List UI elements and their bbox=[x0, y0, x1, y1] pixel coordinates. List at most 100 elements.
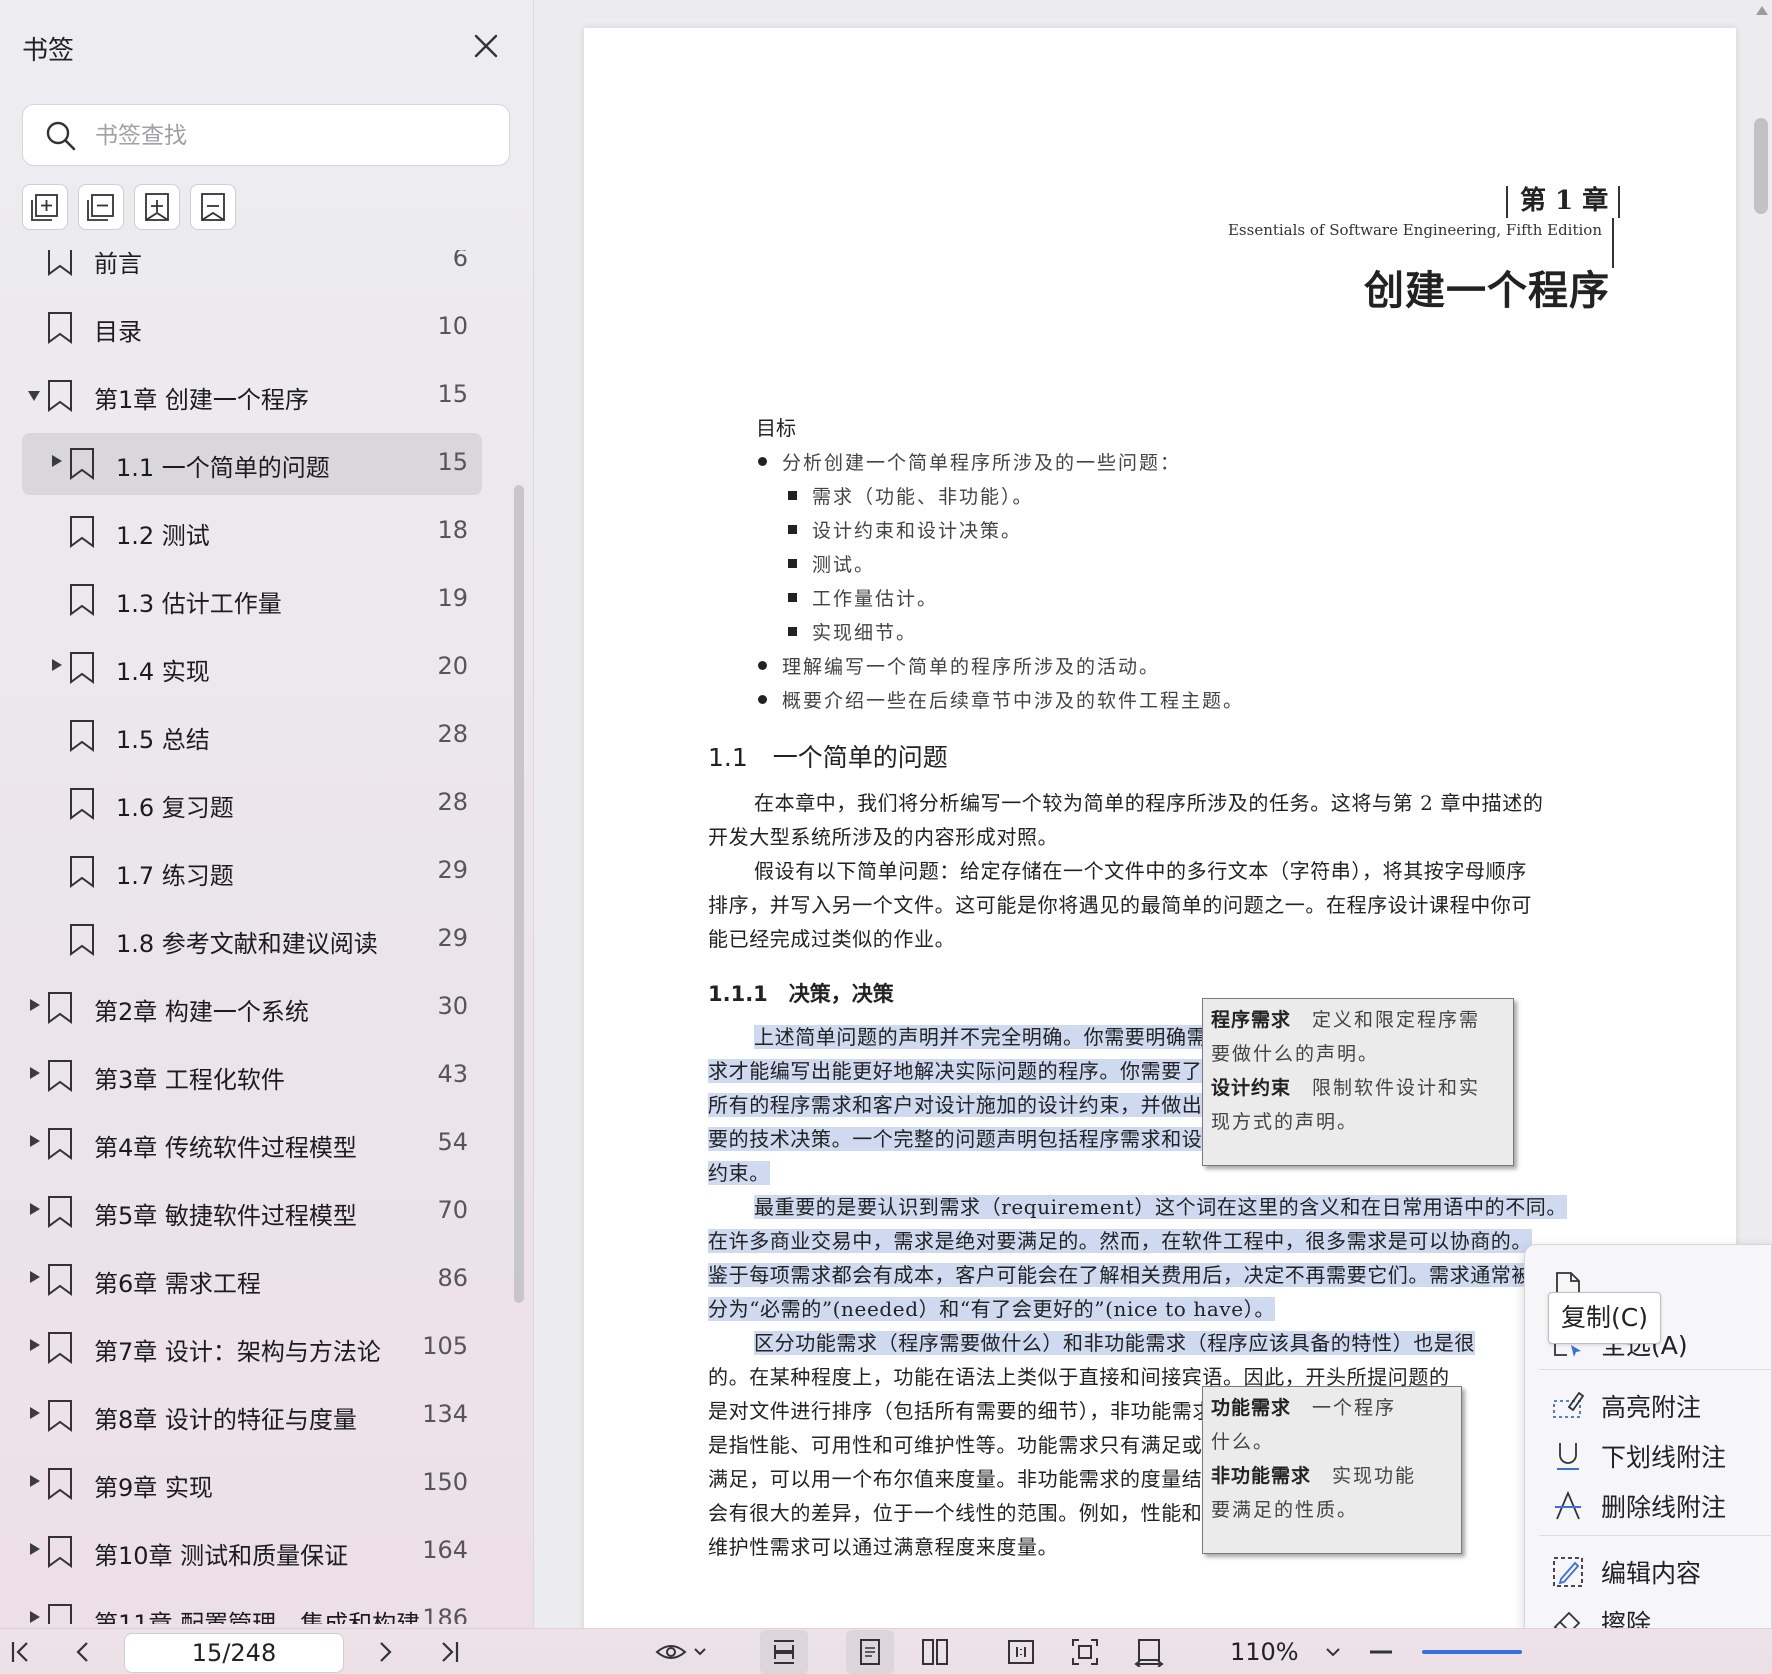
margin-note-definition: 限制软件设计和实 bbox=[1312, 1077, 1481, 1099]
section-heading: 1.1 一个简单的问题 bbox=[708, 743, 948, 772]
objective-item: 分析创建一个简单程序所涉及的一些问题： bbox=[782, 452, 1182, 474]
paragraph-line: 约束。 bbox=[708, 1158, 770, 1188]
bookmark-item[interactable]: 1.8 参考文献和建议阅读 29 bbox=[0, 905, 534, 973]
objective-item: 测试。 bbox=[812, 554, 876, 576]
bookmark-item[interactable]: 第7章 设计：架构与方法论 105 bbox=[0, 1313, 534, 1381]
collapsed-triangle-icon[interactable] bbox=[52, 659, 62, 671]
bookmark-item[interactable]: 第4章 传统软件过程模型 54 bbox=[0, 1109, 534, 1177]
bookmark-item[interactable]: 1.1 一个简单的问题 15 bbox=[0, 429, 534, 497]
bookmark-label: 第7章 设计：架构与方法论 bbox=[94, 1338, 381, 1366]
zoom-out-button[interactable] bbox=[1362, 1635, 1400, 1669]
margin-note-line: 现方式的声明。 bbox=[1211, 1105, 1505, 1139]
collapsed-triangle-icon[interactable] bbox=[30, 1203, 40, 1215]
bookmark-item[interactable]: 第11章 配置管理、集成和构建 186 bbox=[0, 1585, 534, 1624]
first-page-button[interactable] bbox=[2, 1635, 40, 1669]
copy-tooltip: 复制(C) bbox=[1548, 1292, 1661, 1344]
bookmark-icon bbox=[46, 250, 74, 281]
bookmark-item[interactable]: 目录 10 bbox=[0, 293, 534, 361]
collapsed-triangle-icon[interactable] bbox=[30, 1339, 40, 1351]
bookmark-item[interactable]: 1.3 估计工作量 19 bbox=[0, 565, 534, 633]
menu-edit-content[interactable]: 编辑内容 bbox=[1525, 1545, 1772, 1595]
page-number-input[interactable] bbox=[124, 1633, 344, 1673]
collapse-all-button[interactable] bbox=[78, 184, 124, 230]
view-mode-dropdown[interactable] bbox=[650, 1635, 714, 1669]
bookmark-label: 第4章 传统软件过程模型 bbox=[94, 1134, 357, 1162]
continuous-scroll-button[interactable] bbox=[760, 1630, 808, 1674]
text-line: 能已经完成过类似的作业。 bbox=[708, 927, 956, 951]
expand-all-button[interactable] bbox=[22, 184, 68, 230]
prev-page-button[interactable] bbox=[64, 1635, 102, 1669]
bookmark-item[interactable]: 1.4 实现 20 bbox=[0, 633, 534, 701]
menu-strikethrough-note[interactable]: 删除线附注 bbox=[1525, 1479, 1772, 1529]
menu-highlight-note[interactable]: 高亮附注 bbox=[1525, 1379, 1772, 1429]
collapsed-triangle-icon[interactable] bbox=[30, 1407, 40, 1419]
zoom-dropdown[interactable] bbox=[1314, 1635, 1352, 1669]
zoom-slider[interactable] bbox=[1422, 1650, 1522, 1654]
single-page-button[interactable] bbox=[846, 1630, 894, 1674]
document-scrollbar[interactable] bbox=[1754, 118, 1768, 214]
bookmark-item[interactable]: 前言 6 bbox=[0, 250, 534, 293]
collapsed-triangle-icon[interactable] bbox=[30, 1611, 40, 1623]
bookmark-label: 1.5 总结 bbox=[116, 726, 210, 754]
bookmark-label: 1.7 练习题 bbox=[116, 862, 234, 890]
actual-size-button[interactable] bbox=[1002, 1635, 1040, 1669]
collapsed-triangle-icon[interactable] bbox=[30, 999, 40, 1011]
bookmark-icon bbox=[46, 1331, 74, 1369]
bookmark-item[interactable]: 第3章 工程化软件 43 bbox=[0, 1041, 534, 1109]
collapsed-triangle-icon[interactable] bbox=[30, 1135, 40, 1147]
bookmark-item[interactable]: 1.2 测试 18 bbox=[0, 497, 534, 565]
bookmark-label: 第9章 实现 bbox=[94, 1474, 213, 1502]
margin-note-term: 设计约束 bbox=[1211, 1077, 1292, 1099]
next-page-button[interactable] bbox=[366, 1635, 404, 1669]
paragraph-line: 会有很大的差异，位于一个线性的范围。例如，性能和可 bbox=[708, 1498, 1223, 1528]
collapsed-triangle-icon[interactable] bbox=[30, 1271, 40, 1283]
margin-note-term: 程序需求 bbox=[1211, 1009, 1292, 1031]
sidebar-scrollbar[interactable] bbox=[514, 485, 524, 1303]
bookmark-item[interactable]: 第2章 构建一个系统 30 bbox=[0, 973, 534, 1041]
objective-item: 概要介绍一些在后续章节中涉及的软件工程主题。 bbox=[782, 690, 1245, 712]
bookmark-item[interactable]: 1.7 练习题 29 bbox=[0, 837, 534, 905]
objective-item: 设计约束和设计决策。 bbox=[812, 520, 1023, 542]
add-bookmark-button[interactable] bbox=[134, 184, 180, 230]
search-input[interactable] bbox=[95, 117, 495, 155]
bookmark-item[interactable]: 1.5 总结 28 bbox=[0, 701, 534, 769]
bookmark-page-number: 30 bbox=[437, 992, 468, 1020]
fit-width-button[interactable] bbox=[1130, 1635, 1168, 1669]
bullet-icon bbox=[758, 661, 767, 670]
paragraph-line: 要的技术决策。一个完整的问题声明包括程序需求和设计 bbox=[708, 1124, 1223, 1154]
close-icon[interactable] bbox=[468, 28, 504, 64]
remove-bookmark-button[interactable] bbox=[190, 184, 236, 230]
bookmark-page-number: 134 bbox=[422, 1400, 468, 1428]
margin-note-term: 非功能需求 bbox=[1211, 1465, 1312, 1487]
zoom-level[interactable]: 110% bbox=[1230, 1638, 1299, 1666]
collapsed-triangle-icon[interactable] bbox=[30, 1475, 40, 1487]
bookmark-item[interactable]: 第5章 敏捷软件过程模型 70 bbox=[0, 1177, 534, 1245]
bullet-icon bbox=[758, 695, 767, 704]
collapsed-triangle-icon[interactable] bbox=[30, 1067, 40, 1079]
bookmark-icon bbox=[68, 923, 96, 961]
bookmark-item[interactable]: 1.6 复习题 28 bbox=[0, 769, 534, 837]
bookmark-item[interactable]: 第1章 创建一个程序 15 bbox=[0, 361, 534, 429]
bookmark-item[interactable]: 第10章 测试和质量保证 164 bbox=[0, 1517, 534, 1585]
expanded-triangle-icon[interactable] bbox=[28, 391, 40, 401]
page-fit-height-icon bbox=[774, 1640, 794, 1664]
bookmark-item[interactable]: 第8章 设计的特征与度量 134 bbox=[0, 1381, 534, 1449]
bookmark-item[interactable]: 第6章 需求工程 86 bbox=[0, 1245, 534, 1313]
collapsed-triangle-icon[interactable] bbox=[30, 1543, 40, 1555]
paragraph-line: 排序，并写入另一个文件。这可能是你将遇见的最简单的问题之一。在程序设计课程中你可 bbox=[708, 890, 1532, 920]
last-page-icon bbox=[442, 1642, 459, 1662]
two-page-button[interactable] bbox=[916, 1635, 954, 1669]
bookmark-label: 1.2 测试 bbox=[116, 522, 210, 550]
collapsed-triangle-icon[interactable] bbox=[52, 455, 62, 467]
scroll-up-arrow-icon[interactable] bbox=[1756, 6, 1768, 15]
fit-page-button[interactable] bbox=[1066, 1635, 1104, 1669]
bookmark-label: 第10章 测试和质量保证 bbox=[94, 1542, 349, 1570]
bookmark-icon bbox=[46, 1467, 74, 1505]
last-page-button[interactable] bbox=[430, 1635, 468, 1669]
menu-underline-note[interactable]: 下划线附注 bbox=[1525, 1429, 1772, 1479]
bookmark-item[interactable]: 第9章 实现 150 bbox=[0, 1449, 534, 1517]
bookmark-label: 第2章 构建一个系统 bbox=[94, 998, 309, 1026]
bookmark-page-number: 6 bbox=[452, 250, 468, 272]
text-line: 鉴于每项需求都会有成本，客户可能会在了解相关费用后，决定不再需要它们。需求通常被 bbox=[708, 1263, 1532, 1287]
bookmark-search[interactable] bbox=[22, 104, 510, 166]
